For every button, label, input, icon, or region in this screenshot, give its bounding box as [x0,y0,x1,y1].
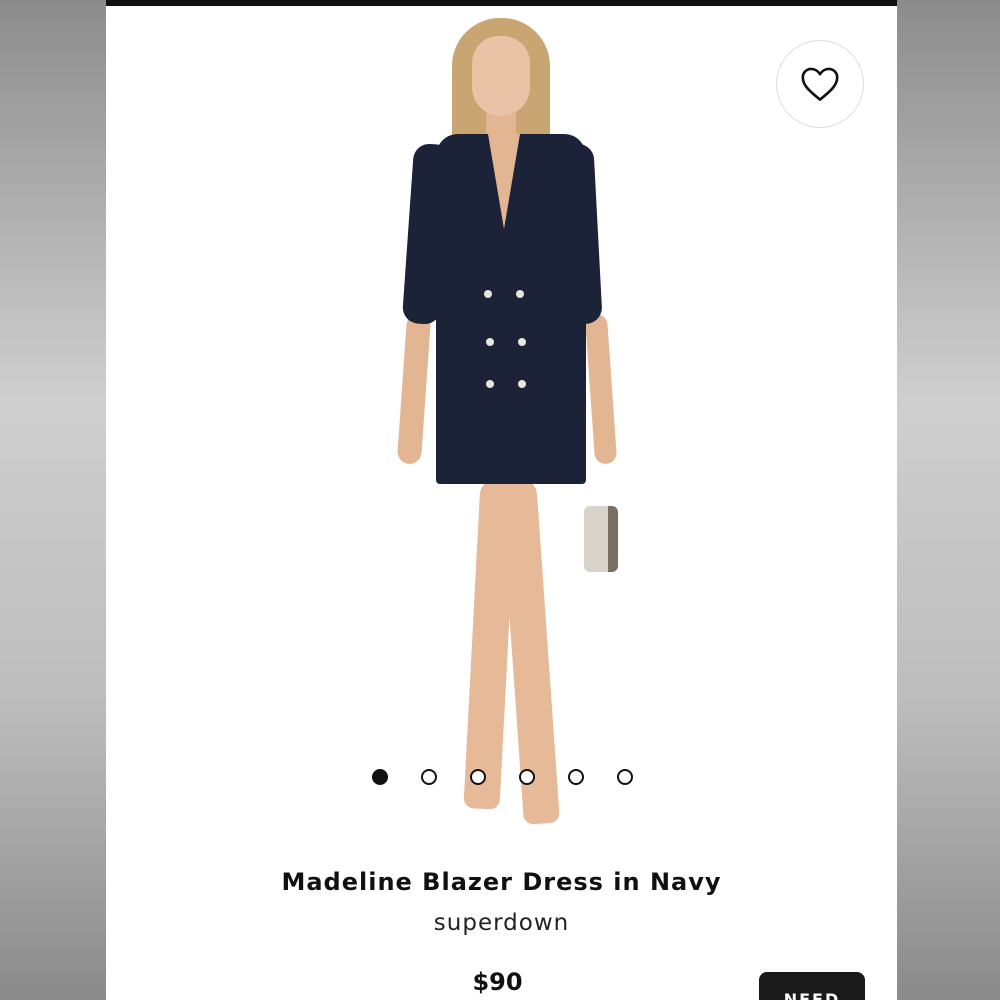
carousel-indicator [372,769,633,785]
handbag [584,506,618,572]
carousel-dot[interactable] [568,769,584,785]
carousel-dot[interactable] [617,769,633,785]
model-figure [376,14,636,849]
carousel-dot[interactable] [470,769,486,785]
product-brand[interactable]: superdown [106,910,897,936]
background-left [0,0,106,1000]
heart-outline-icon [801,67,839,101]
product-title: Madeline Blazer Dress in Navy [281,868,722,896]
product-screen: Madeline Blazer Dress in Navy superdown … [106,0,897,1000]
cta-button[interactable]: NEED [759,972,865,1000]
carousel-dot[interactable] [372,769,388,785]
background-right [897,0,1000,1000]
favorite-button[interactable] [776,40,864,128]
product-image[interactable] [106,6,897,851]
carousel-dot[interactable] [421,769,437,785]
carousel-dot[interactable] [519,769,535,785]
